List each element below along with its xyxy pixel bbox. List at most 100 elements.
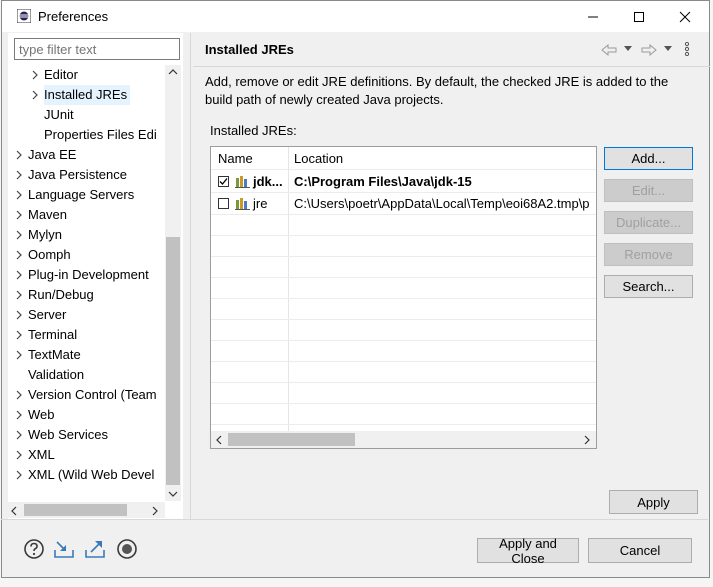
chevron-right-icon[interactable] bbox=[14, 165, 24, 185]
chevron-right-icon[interactable] bbox=[14, 425, 24, 445]
maximize-button[interactable] bbox=[616, 1, 662, 32]
table-row[interactable]: jre C:\Users\poetr\AppData\Local\Temp\eo… bbox=[211, 193, 596, 214]
scroll-up-icon[interactable] bbox=[168, 68, 178, 76]
tree-item-label: Java EE bbox=[28, 147, 77, 162]
chevron-right-icon[interactable] bbox=[14, 205, 24, 225]
scroll-left-icon[interactable] bbox=[215, 435, 223, 445]
tree-item-label: Server bbox=[28, 307, 67, 322]
tree-item[interactable]: Web Services bbox=[16, 425, 111, 445]
row-checkbox[interactable] bbox=[218, 198, 229, 209]
preference-tree: Editor Installed JREs JUnit Properties File… bbox=[8, 65, 165, 501]
tree-item[interactable]: Web bbox=[16, 405, 58, 425]
tree-item-label: TextMate bbox=[28, 347, 81, 362]
eclipse-icon bbox=[17, 9, 31, 23]
row-divider bbox=[211, 298, 596, 299]
back-dropdown-icon[interactable] bbox=[624, 46, 632, 52]
apply-and-close-button[interactable]: Apply and Close bbox=[477, 536, 579, 566]
chevron-right-icon[interactable] bbox=[14, 285, 24, 305]
tree-item[interactable]: Java EE bbox=[16, 145, 79, 165]
tree-item[interactable]: TextMate bbox=[16, 345, 84, 365]
chevron-right-icon[interactable] bbox=[14, 185, 24, 205]
tree-item[interactable]: Validation bbox=[28, 365, 87, 385]
filter-input[interactable] bbox=[14, 38, 180, 60]
tree-horizontal-scrollbar[interactable] bbox=[8, 502, 165, 518]
chevron-right-icon[interactable] bbox=[14, 405, 24, 425]
tree-item-label: Oomph bbox=[28, 247, 71, 262]
tree-item[interactable]: Terminal bbox=[16, 325, 80, 345]
tree-item-label: Plug-in Development bbox=[28, 267, 149, 282]
duplicate-button[interactable]: Duplicate... bbox=[604, 211, 693, 234]
tree-item[interactable]: JUnit bbox=[44, 105, 77, 125]
tree-item[interactable]: Installed JREs bbox=[32, 85, 131, 105]
chevron-right-icon[interactable] bbox=[14, 345, 24, 365]
chevron-right-icon[interactable] bbox=[14, 325, 24, 345]
tree-item-label: Editor bbox=[44, 67, 78, 82]
import-icon[interactable] bbox=[53, 538, 75, 560]
tree-item[interactable]: Mylyn bbox=[16, 225, 65, 245]
tree-item[interactable]: Properties Files Edi bbox=[44, 125, 160, 145]
chevron-right-icon[interactable] bbox=[14, 265, 24, 285]
row-checkbox[interactable] bbox=[218, 176, 229, 187]
close-button[interactable] bbox=[662, 1, 708, 32]
tree-item[interactable]: Version Control (Team bbox=[16, 385, 160, 405]
chevron-right-icon[interactable] bbox=[30, 65, 40, 85]
row-divider bbox=[211, 361, 596, 362]
chevron-right-icon[interactable] bbox=[30, 85, 40, 105]
record-icon[interactable] bbox=[116, 538, 138, 560]
table-horizontal-scrollbar[interactable] bbox=[211, 431, 596, 448]
export-icon[interactable] bbox=[84, 538, 106, 560]
jre-name: jre bbox=[253, 196, 268, 211]
table-horizontal-scroll-thumb[interactable] bbox=[228, 433, 355, 446]
tree-item[interactable]: Oomph bbox=[16, 245, 74, 265]
chevron-right-icon[interactable] bbox=[14, 465, 24, 485]
jre-library-icon bbox=[235, 198, 250, 210]
cancel-button[interactable]: Cancel bbox=[588, 538, 692, 563]
column-header-name[interactable]: Name bbox=[218, 151, 253, 166]
chevron-right-icon[interactable] bbox=[14, 225, 24, 245]
add-button[interactable]: Add... bbox=[604, 147, 693, 170]
help-icon[interactable] bbox=[23, 538, 45, 560]
scroll-right-icon[interactable] bbox=[583, 435, 591, 445]
tree-item[interactable]: XML bbox=[16, 445, 58, 465]
apply-button[interactable]: Apply bbox=[609, 490, 698, 514]
row-divider bbox=[211, 382, 596, 383]
tree-item-label: Terminal bbox=[28, 327, 78, 342]
minimize-button[interactable] bbox=[570, 1, 616, 32]
chevron-right-icon[interactable] bbox=[14, 145, 24, 165]
tree-item[interactable]: Plug-in Development bbox=[16, 265, 152, 285]
search-button[interactable]: Search... bbox=[604, 275, 693, 298]
tree-item[interactable]: Server bbox=[16, 305, 69, 325]
view-menu-icon[interactable] bbox=[684, 42, 690, 56]
scroll-right-icon[interactable] bbox=[151, 506, 159, 516]
maximize-icon bbox=[634, 11, 644, 22]
chevron-right-icon[interactable] bbox=[14, 445, 24, 465]
row-divider bbox=[211, 403, 596, 404]
tree-item[interactable]: Editor bbox=[32, 65, 81, 85]
tree-vertical-scrollbar[interactable] bbox=[165, 65, 181, 501]
tree-item-label: JUnit bbox=[44, 107, 74, 122]
tree-item[interactable]: Language Servers bbox=[16, 185, 137, 205]
scroll-left-icon[interactable] bbox=[10, 506, 18, 516]
tree-horizontal-scroll-thumb[interactable] bbox=[24, 504, 127, 516]
chevron-right-icon[interactable] bbox=[14, 245, 24, 265]
column-header-location[interactable]: Location bbox=[294, 151, 343, 166]
window-title: Preferences bbox=[38, 9, 109, 24]
edit-button[interactable]: Edit... bbox=[604, 179, 693, 202]
forward-arrow-icon[interactable] bbox=[641, 44, 657, 56]
table-row[interactable]: jdk... C:\Program Files\Java\jdk-15 bbox=[211, 171, 596, 192]
tree-item-label: Properties Files Edi bbox=[44, 127, 157, 142]
row-divider bbox=[211, 277, 596, 278]
tree-item[interactable]: XML (Wild Web Devel bbox=[16, 465, 157, 485]
remove-button[interactable]: Remove bbox=[604, 243, 693, 266]
back-arrow-icon[interactable] bbox=[601, 44, 617, 56]
panel-divider bbox=[190, 33, 191, 519]
chevron-right-icon[interactable] bbox=[14, 305, 24, 325]
tree-item[interactable]: Java Persistence bbox=[16, 165, 130, 185]
forward-dropdown-icon[interactable] bbox=[664, 46, 672, 52]
tree-item[interactable]: Run/Debug bbox=[16, 285, 97, 305]
checkmark-icon bbox=[219, 178, 228, 185]
chevron-right-icon[interactable] bbox=[14, 385, 24, 405]
scroll-down-icon[interactable] bbox=[168, 490, 178, 498]
tree-item[interactable]: Maven bbox=[16, 205, 70, 225]
tree-vertical-scroll-thumb[interactable] bbox=[166, 237, 180, 485]
